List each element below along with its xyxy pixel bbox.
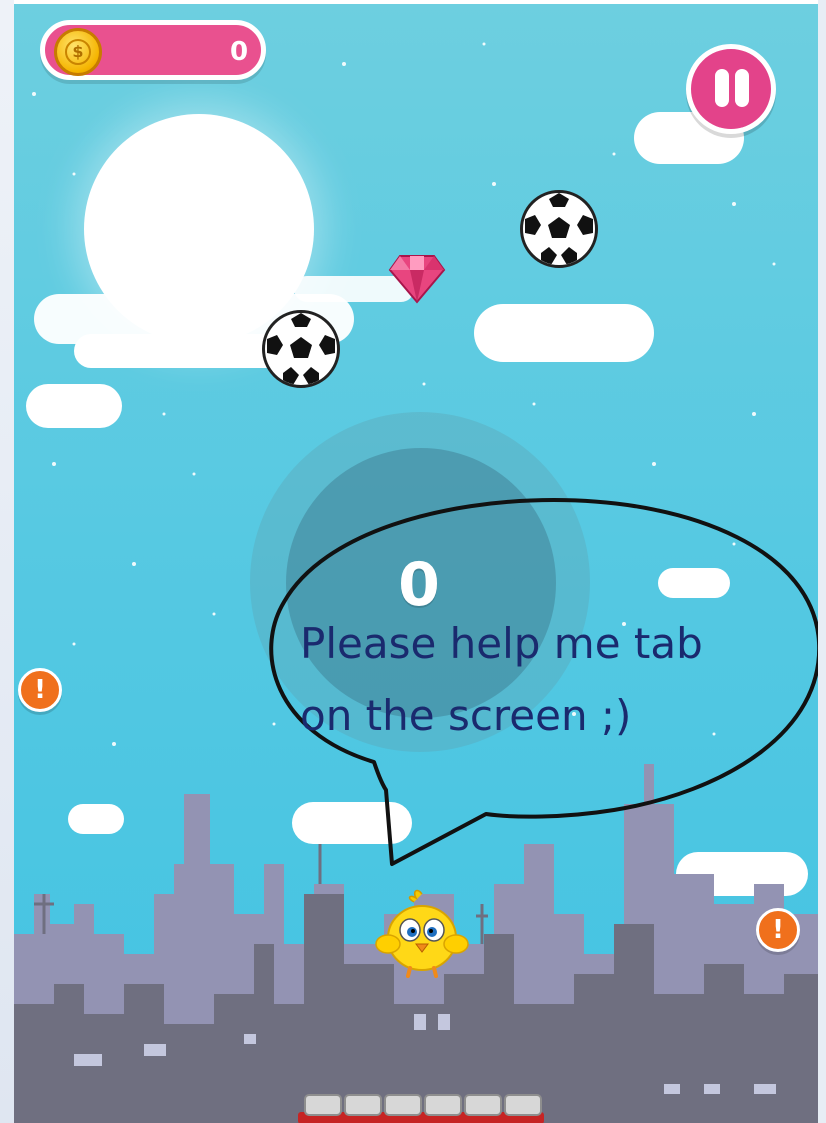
brick-platform	[294, 1094, 554, 1123]
soccer-ball-icon	[262, 310, 340, 388]
platform-brick	[384, 1094, 422, 1116]
speech-bubble-text: Please help me tab on the screen ;)	[300, 608, 818, 752]
platform-brick	[424, 1094, 462, 1116]
yellow-chick-character	[375, 889, 469, 978]
platform-brick	[464, 1094, 502, 1116]
soccer-ball-icon	[520, 190, 598, 268]
cloud-moon-base-2	[74, 334, 294, 368]
pause-icon	[735, 69, 749, 107]
platform-brick	[344, 1094, 382, 1116]
pink-diamond-icon	[388, 255, 446, 304]
pause-button[interactable]	[686, 44, 776, 134]
platform-brick	[304, 1094, 342, 1116]
platform-brick	[504, 1094, 542, 1116]
coin-icon: $	[54, 28, 102, 76]
window-frame-right	[818, 0, 826, 1123]
speech-line-1: Please help me tab	[300, 619, 703, 668]
cloud-middle	[474, 304, 654, 362]
coin-symbol: $	[65, 39, 91, 65]
warning-right-icon: !	[756, 908, 800, 952]
speech-line-2: on the screen ;)	[300, 691, 632, 740]
game-canvas[interactable]: 0 Please help me tab on the screen ;) ! …	[14, 4, 818, 1123]
warning-left-icon: !	[18, 668, 62, 712]
cloud-left	[26, 384, 122, 428]
coin-count: 0	[229, 37, 249, 67]
window-frame-left	[0, 0, 14, 1123]
pause-icon	[715, 69, 729, 107]
